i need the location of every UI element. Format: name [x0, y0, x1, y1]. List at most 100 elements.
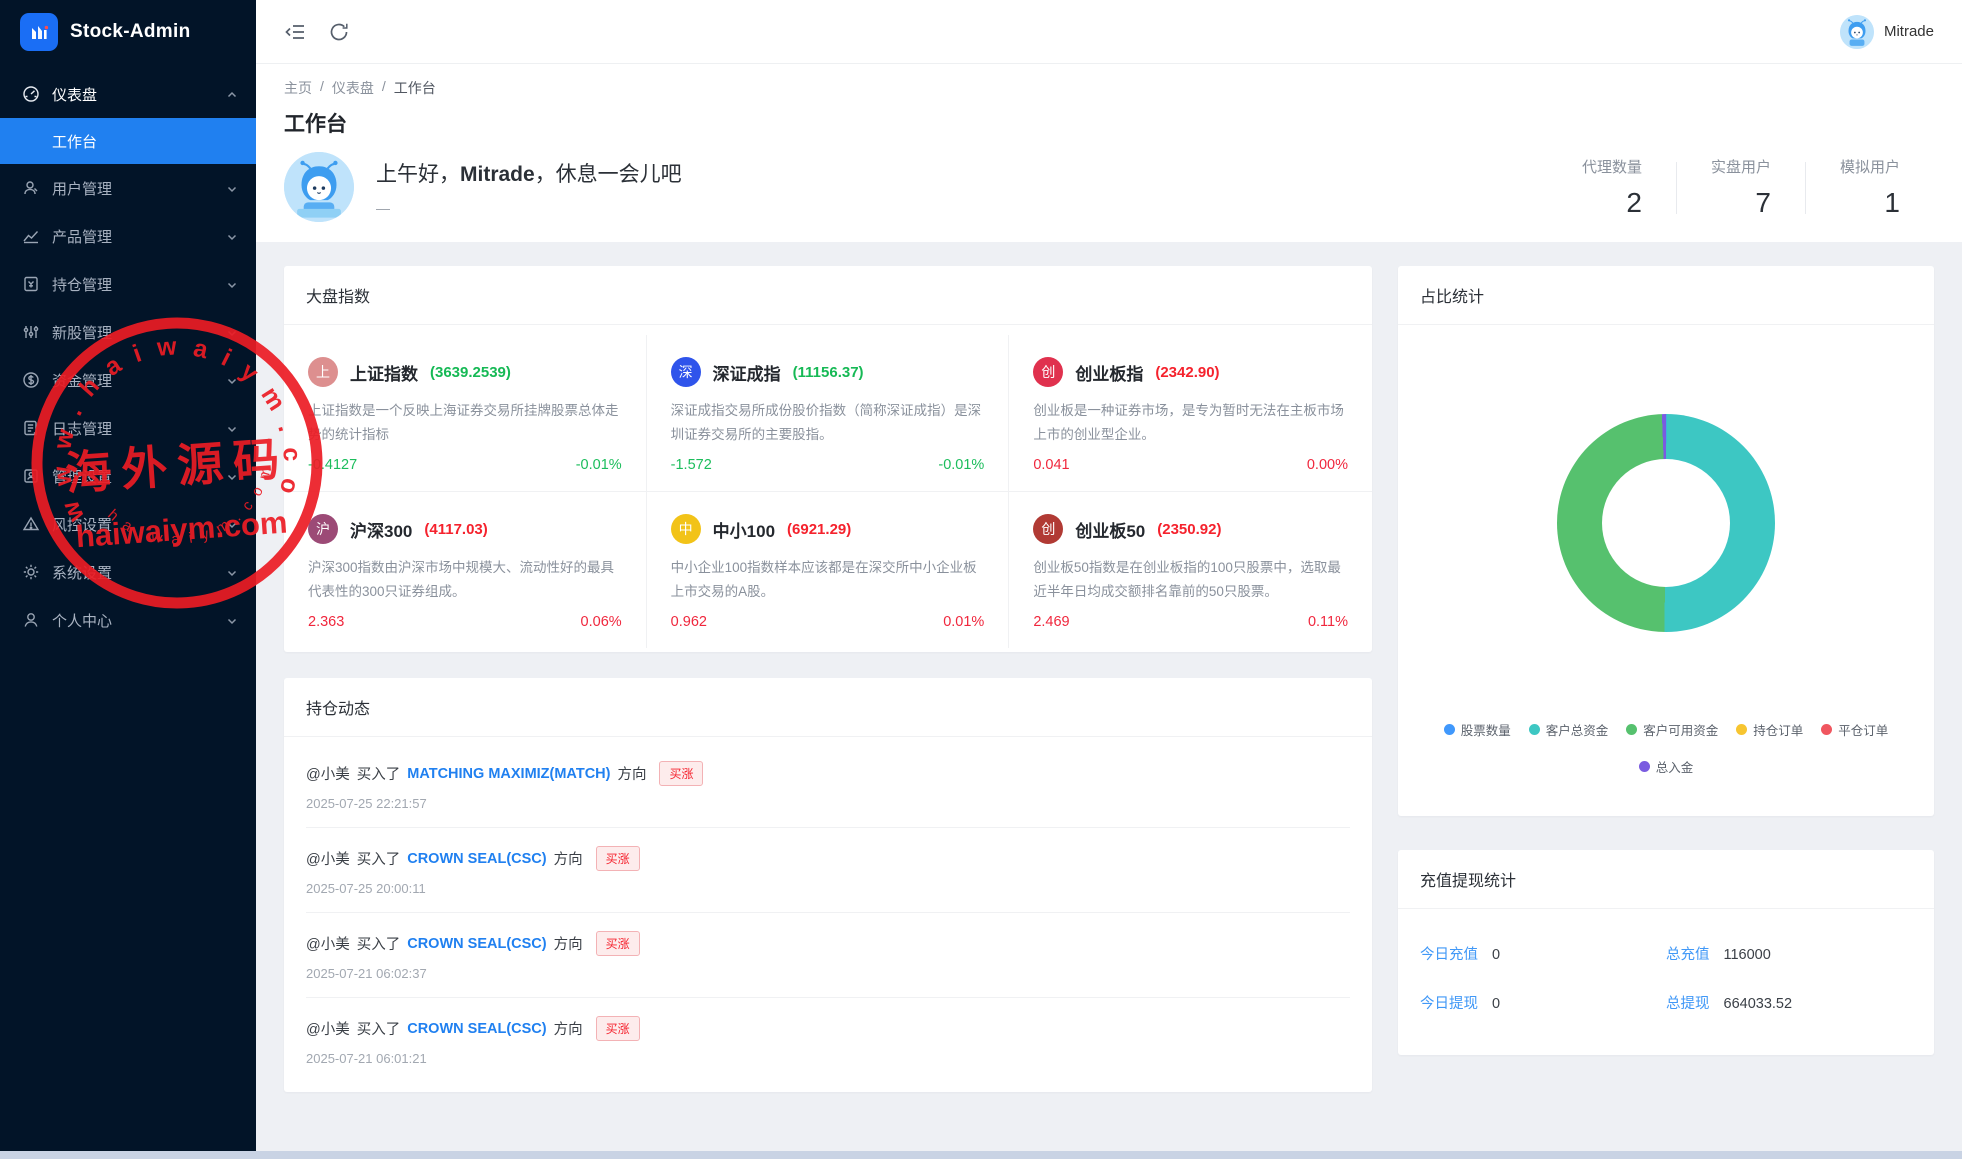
legend-dot — [1736, 724, 1748, 735]
legend-item[interactable]: 客户可用资金 — [1626, 720, 1718, 739]
legend-label: 股票数量 — [1460, 724, 1511, 738]
recharge-title: 充值提现统计 — [1398, 850, 1934, 909]
today-recharge-label[interactable]: 今日充值 — [1420, 943, 1478, 964]
index-percent: 0.11% — [1307, 614, 1348, 630]
sidebar-item-system-settings[interactable]: 系统设置 — [0, 548, 256, 596]
legend-dot — [1638, 761, 1650, 772]
index-description: 上证指数是一个反映上海证券交易所挂牌股票总体走势的统计指标 — [308, 403, 619, 442]
recharge-body: 今日充值 0 总充值 116000 今日提现 0 总提现 664033.52 — [1398, 909, 1934, 1055]
legend-label: 平仓订单 — [1838, 724, 1889, 738]
index-value: (6921.29) — [787, 520, 852, 538]
recharge-card: 充值提现统计 今日充值 0 总充值 116000 今日提现 0 总提现 6640… — [1398, 850, 1934, 1055]
buy-up-badge: 买涨 — [659, 761, 704, 786]
index-name: 创业板50 — [1075, 521, 1146, 541]
breadcrumb: 主页 / 仪表盘 / 工作台 — [284, 78, 1934, 98]
chevron-up-icon — [226, 88, 238, 100]
legend-label: 客户可用资金 — [1643, 724, 1719, 738]
stat-value: 1 — [1884, 187, 1900, 218]
breadcrumb-dashboard[interactable]: 仪表盘 — [332, 78, 374, 98]
user-menu[interactable]: Mitrade — [1839, 14, 1934, 49]
buy-up-badge: 买涨 — [595, 846, 640, 871]
position-user: @小美 — [306, 937, 350, 953]
sidebar-item-dashboard[interactable]: 仪表盘 — [0, 70, 256, 118]
position-product-link[interactable]: CROWN SEAL(CSC) — [407, 936, 546, 952]
topbar: Mitrade — [256, 0, 1962, 64]
menu-fold-icon[interactable] — [284, 21, 306, 43]
refresh-icon[interactable] — [328, 21, 350, 43]
sidebar-item-label: 持仓管理 — [52, 276, 113, 294]
horizontal-scrollbar[interactable] — [0, 1151, 1962, 1159]
position-direction-label: 方向 — [553, 1022, 583, 1038]
sidebar-subitem-label: 工作台 — [52, 133, 98, 151]
sidebar: Stock-Admin 仪表盘 工作台 用户管理 产品管理 持仓管理 新股管理 … — [0, 0, 256, 1151]
today-recharge-value: 0 — [1492, 947, 1501, 963]
legend-item[interactable]: 平仓订单 — [1821, 720, 1888, 739]
chevron-down-icon — [226, 566, 238, 578]
users-icon — [22, 179, 40, 197]
index-change: 2.363 — [308, 614, 345, 630]
position-product-link[interactable]: CROWN SEAL(CSC) — [407, 1021, 546, 1037]
position-time: 2025-07-25 22:21:57 — [306, 796, 427, 811]
today-withdraw-value: 0 — [1492, 996, 1501, 1012]
index-value: (11156.37) — [792, 363, 864, 381]
index-description: 深证成指交易所成份股价指数（简称深证成指）是深圳证券交易所的主要股指。 — [670, 403, 982, 442]
legend-item[interactable]: 总入金 — [1638, 757, 1694, 776]
sidebar-item-profile[interactable]: 个人中心 — [0, 596, 256, 644]
content-area: 大盘指数 上 上证指数 (3639.2539) 上证指数是一个反映上海证券交易所… — [256, 242, 1962, 1151]
total-recharge-value: 116000 — [1723, 947, 1771, 963]
breadcrumb-workbench: 工作台 — [393, 80, 436, 96]
withdraw-row: 今日提现 0 总提现 664033.52 — [1420, 978, 1912, 1027]
index-change: -1.572 — [670, 457, 712, 473]
legend-item[interactable]: 股票数量 — [1443, 720, 1511, 739]
index-percent: 0.00% — [1306, 457, 1348, 473]
position-product-link[interactable]: CROWN SEAL(CSC) — [407, 851, 546, 867]
legend-label: 客户总资金 — [1545, 724, 1609, 738]
legend-label: 总入金 — [1655, 761, 1694, 775]
sidebar-item-product-management[interactable]: 产品管理 — [0, 212, 256, 260]
position-time: 2025-07-25 20:00:11 — [306, 881, 426, 896]
sidebar-item-label: 仪表盘 — [52, 86, 98, 104]
ratio-chart — [1398, 325, 1934, 720]
position-item: @小美 买入了 CROWN SEAL(CSC) 方向 买涨 2025-07-25… — [306, 828, 1350, 913]
breadcrumb-home[interactable]: 主页 — [284, 78, 312, 98]
sidebar-item-risk-settings[interactable]: 风控设置 — [0, 500, 256, 548]
position-action: 买入了 — [356, 767, 401, 783]
user-name: Mitrade — [1883, 23, 1934, 40]
app-window: Stock-Admin 仪表盘 工作台 用户管理 产品管理 持仓管理 新股管理 … — [0, 0, 1962, 1151]
sidebar-item-label: 用户管理 — [52, 180, 113, 198]
sidebar-item-log-management[interactable]: 日志管理 — [0, 404, 256, 452]
market-index-grid: 上 上证指数 (3639.2539) 上证指数是一个反映上海证券交易所挂牌股票总… — [284, 325, 1372, 652]
index-cell-csi300: 沪 沪深300 (4117.03) 沪深300指数由沪深市场中规模大、流动性好的… — [284, 492, 647, 648]
greeting-text: 上午好，Mitrade，休息一会儿吧 — [376, 163, 682, 186]
sidebar-item-fund-management[interactable]: 资金管理 — [0, 356, 256, 404]
sidebar-item-workbench[interactable]: 工作台 — [0, 118, 256, 164]
sidebar-item-admin-settings[interactable]: 管理设置 — [0, 452, 256, 500]
total-withdraw-label[interactable]: 总提现 — [1666, 992, 1710, 1013]
position-user: @小美 — [306, 767, 350, 783]
stat-value: 7 — [1755, 187, 1771, 218]
user-avatar — [1839, 14, 1874, 49]
sidebar-item-user-management[interactable]: 用户管理 — [0, 164, 256, 212]
sidebar-item-position-management[interactable]: 持仓管理 — [0, 260, 256, 308]
position-product-link[interactable]: MATCHING MAXIMIZ(MATCH) — [407, 766, 610, 782]
index-icon: 上 — [308, 357, 338, 387]
index-name: 沪深300 — [350, 521, 413, 541]
legend-dot — [1821, 724, 1833, 735]
legend-item[interactable]: 客户总资金 — [1528, 720, 1609, 739]
breadcrumb-separator: / — [381, 78, 386, 94]
total-recharge-label[interactable]: 总充值 — [1666, 943, 1710, 964]
index-name: 创业板指 — [1075, 364, 1144, 384]
breadcrumb-separator: / — [320, 78, 324, 94]
index-value: (4117.03) — [424, 520, 488, 538]
ratio-legend: 股票数量 客户总资金 客户可用资金 持仓订单 平仓订单 总入金 — [1398, 720, 1934, 816]
legend-item[interactable]: 持仓订单 — [1736, 720, 1803, 739]
today-withdraw-label[interactable]: 今日提现 — [1420, 992, 1478, 1013]
app-logo[interactable]: Stock-Admin — [0, 0, 256, 64]
chevron-down-icon — [226, 422, 238, 434]
ratio-title: 占比统计 — [1398, 266, 1934, 325]
stat-agents: 代理数量 2 — [1548, 156, 1676, 219]
position-direction-label: 方向 — [553, 852, 583, 868]
sidebar-item-ipo-management[interactable]: 新股管理 — [0, 308, 256, 356]
admin-settings-icon — [22, 467, 40, 485]
stat-demo-users: 模拟用户 1 — [1806, 156, 1934, 219]
